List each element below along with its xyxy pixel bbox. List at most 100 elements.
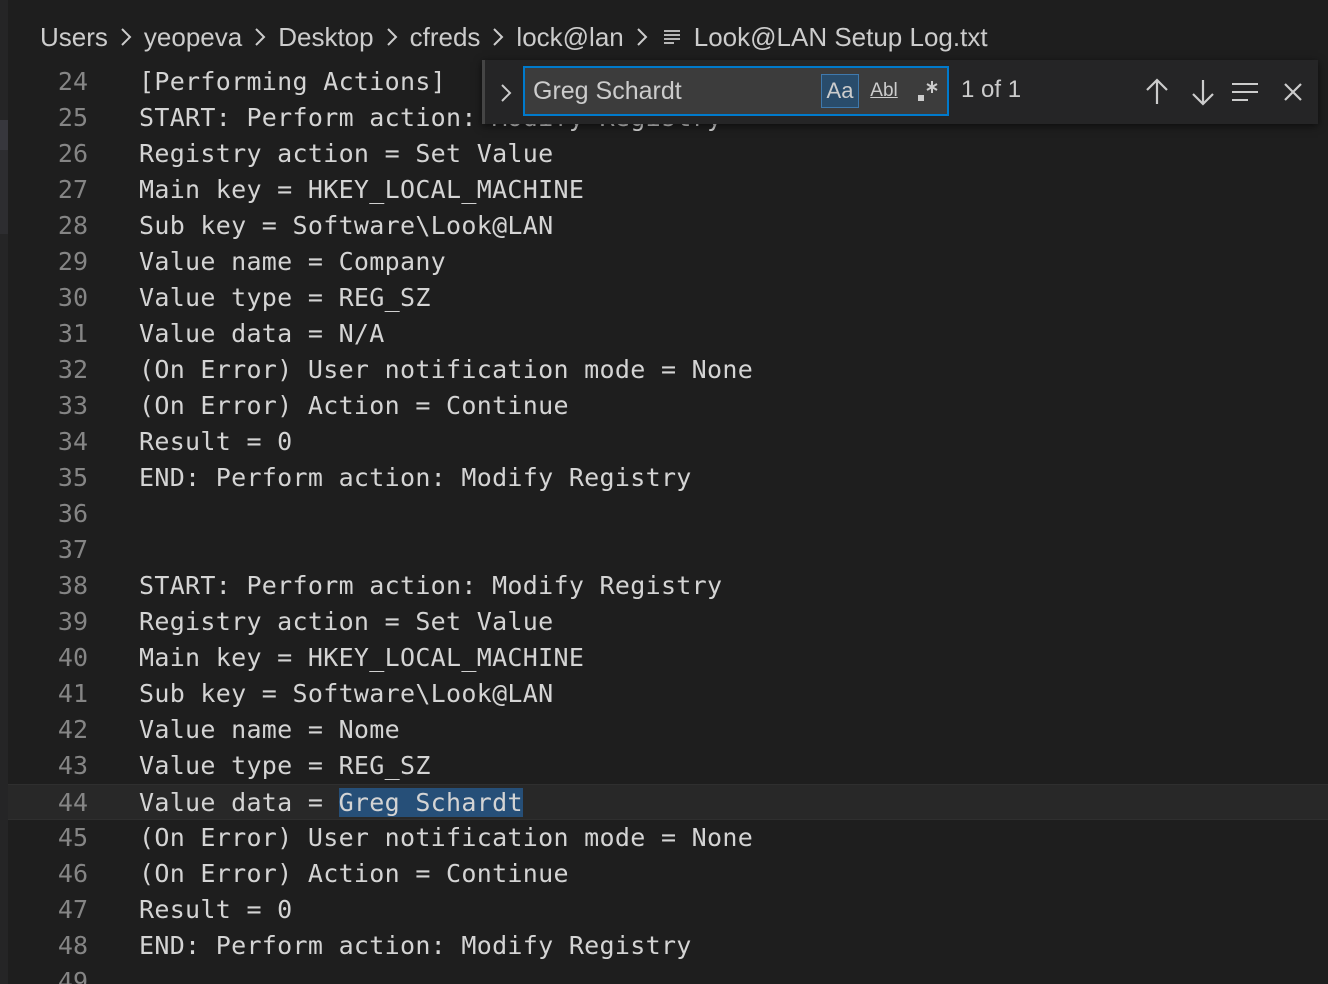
- code-line[interactable]: 45 (On Error) User notification mode = No…: [8, 820, 1328, 856]
- regex-toggle[interactable]: [909, 74, 947, 108]
- line-content: Value type = REG_SZ: [139, 751, 431, 780]
- line-text: Value type = REG_SZ: [139, 748, 431, 784]
- line-text: Registry action = Set Value: [139, 136, 553, 172]
- line-number: 41: [57, 679, 88, 708]
- line-text: Value data = Greg Schardt: [139, 785, 523, 821]
- scroll-marker: [0, 150, 8, 234]
- scroll-marker: [0, 120, 8, 150]
- line-content: END: Perform action: Modify Registry: [139, 931, 692, 960]
- code-line[interactable]: 37: [8, 532, 1328, 568]
- chevron-right-icon: [121, 28, 132, 46]
- line-content: (On Error) Action = Continue: [139, 391, 569, 420]
- line-content: END: Perform action: Modify Registry: [139, 463, 692, 492]
- code-line[interactable]: 33 (On Error) Action = Continue: [8, 388, 1328, 424]
- tab-bar: [8, 0, 1328, 14]
- breadcrumb-item-desktop[interactable]: Desktop: [278, 22, 373, 53]
- code-line[interactable]: 41 Sub key = Software\Look@LAN: [8, 676, 1328, 712]
- line-number: 40: [57, 643, 88, 672]
- match-case-toggle[interactable]: Aa: [821, 74, 859, 108]
- breadcrumb-item-users[interactable]: Users: [40, 22, 108, 53]
- line-content: [Performing Actions]: [139, 67, 447, 96]
- whole-word-toggle[interactable]: Abl: [865, 74, 903, 108]
- line-content: Registry action = Set Value: [139, 607, 554, 636]
- line-content: Sub key = Software\Look@LAN: [139, 679, 554, 708]
- find-widget: Aa Abl 1 of 1: [482, 60, 1318, 124]
- code-line[interactable]: 26 Registry action = Set Value: [8, 136, 1328, 172]
- code-line[interactable]: 47 Result = 0: [8, 892, 1328, 928]
- line-content: Sub key = Software\Look@LAN: [139, 211, 554, 240]
- line-number: 37: [57, 535, 88, 564]
- line-number: 46: [57, 859, 88, 888]
- breadcrumb-item-file[interactable]: Look@LAN Setup Log.txt: [694, 22, 988, 53]
- code-line[interactable]: 42 Value name = Nome: [8, 712, 1328, 748]
- code-line[interactable]: 36: [8, 496, 1328, 532]
- line-content: Value name = Company: [139, 247, 447, 276]
- line-text: (On Error) Action = Continue: [139, 856, 569, 892]
- line-number: 26: [57, 139, 88, 168]
- breadcrumb-item-user[interactable]: yeopeva: [144, 22, 242, 53]
- activity-bar-edge: [0, 0, 8, 984]
- line-text: Main key = HKEY_LOCAL_MACHINE: [139, 640, 584, 676]
- code-line[interactable]: 35 END: Perform action: Modify Registry: [8, 460, 1328, 496]
- code-line[interactable]: 39 Registry action = Set Value: [8, 604, 1328, 640]
- line-number: 28: [57, 211, 88, 240]
- line-number: 36: [57, 499, 88, 528]
- code-line[interactable]: 43 Value type = REG_SZ: [8, 748, 1328, 784]
- breadcrumb: Users yeopeva Desktop cfreds lock@lan Lo…: [8, 14, 1328, 60]
- close-find-button[interactable]: [1275, 74, 1311, 110]
- code-line[interactable]: 38 START: Perform action: Modify Registry: [8, 568, 1328, 604]
- line-number: 42: [57, 715, 88, 744]
- line-content: Value type = REG_SZ: [139, 283, 431, 312]
- line-number: 45: [57, 823, 88, 852]
- line-text: (On Error) Action = Continue: [139, 388, 569, 424]
- line-number: 25: [57, 103, 88, 132]
- line-text: START: Perform action: Modify Registry: [139, 568, 722, 604]
- line-content: Result = 0: [139, 895, 293, 924]
- chevron-right-icon: [501, 84, 512, 102]
- line-content: (On Error) User notification mode = None: [139, 823, 754, 852]
- code-line[interactable]: 44 Value data = Greg Schardt: [8, 784, 1328, 820]
- text-editor[interactable]: 24 [Performing Actions] 25 START: Perform a…: [8, 64, 1328, 984]
- code-line[interactable]: 32 (On Error) User notification mode = No…: [8, 352, 1328, 388]
- breadcrumb-item-cfreds[interactable]: cfreds: [410, 22, 481, 53]
- text-lines-icon: [663, 30, 680, 44]
- code-line[interactable]: 29 Value name = Company: [8, 244, 1328, 280]
- find-input-box: Aa Abl: [523, 66, 949, 116]
- line-number: 43: [57, 751, 88, 780]
- code-line[interactable]: 27 Main key = HKEY_LOCAL_MACHINE: [8, 172, 1328, 208]
- line-text: Result = 0: [139, 892, 293, 928]
- breadcrumb-item-folder[interactable]: lock@lan: [516, 22, 623, 53]
- find-in-selection-button[interactable]: [1227, 74, 1263, 110]
- line-number: 38: [57, 571, 88, 600]
- line-text: END: Perform action: Modify Registry: [139, 460, 692, 496]
- code-line[interactable]: 48 END: Perform action: Modify Registry: [8, 928, 1328, 964]
- find-input[interactable]: [533, 74, 813, 108]
- chevron-right-icon: [386, 28, 398, 46]
- line-number: 34: [57, 427, 88, 456]
- next-match-button[interactable]: [1185, 74, 1221, 110]
- arrow-down-icon: [1192, 80, 1214, 106]
- arrow-up-icon: [1146, 78, 1168, 104]
- line-content: Value data =: [139, 788, 339, 817]
- code-line[interactable]: 46 (On Error) Action = Continue: [8, 856, 1328, 892]
- match-count: 1 of 1: [961, 76, 1022, 103]
- line-content: (On Error) Action = Continue: [139, 859, 569, 888]
- code-line[interactable]: 49: [8, 964, 1328, 984]
- code-line[interactable]: 30 Value type = REG_SZ: [8, 280, 1328, 316]
- line-number: 32: [57, 355, 88, 384]
- line-text: END: Perform action: Modify Registry: [139, 928, 692, 964]
- line-content: START: Perform action: Modify Registry: [139, 571, 723, 600]
- code-line[interactable]: 40 Main key = HKEY_LOCAL_MACHINE: [8, 640, 1328, 676]
- code-line[interactable]: 28 Sub key = Software\Look@LAN: [8, 208, 1328, 244]
- chevron-right-icon: [255, 28, 266, 46]
- code-line[interactable]: 31 Value data = N/A: [8, 316, 1328, 352]
- line-text: Value type = REG_SZ: [139, 280, 431, 316]
- line-number: 49: [57, 967, 88, 984]
- toggle-replace-button[interactable]: [495, 78, 517, 108]
- line-text: Value name = Nome: [139, 712, 400, 748]
- code-line[interactable]: 34 Result = 0: [8, 424, 1328, 460]
- previous-match-button[interactable]: [1139, 74, 1175, 110]
- line-content: Main key = HKEY_LOCAL_MACHINE: [139, 643, 585, 672]
- regex-icon: [918, 81, 938, 101]
- close-icon: [1284, 83, 1302, 101]
